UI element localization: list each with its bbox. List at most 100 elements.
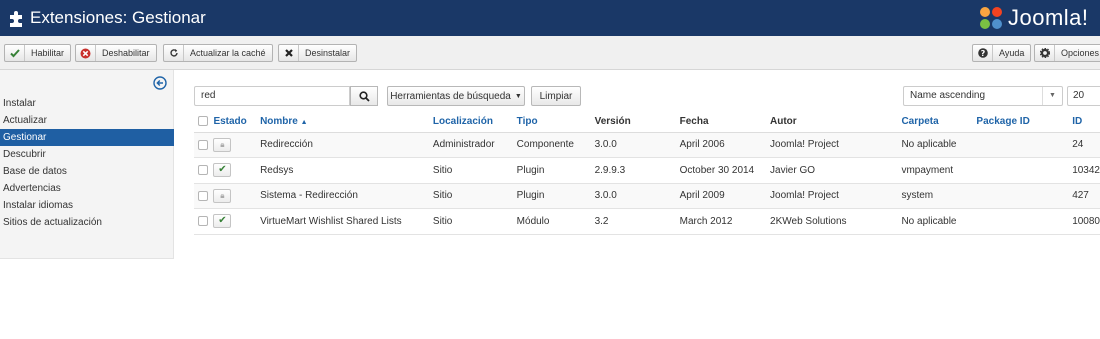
refresh-cache-button[interactable]: Actualizar la caché bbox=[163, 44, 273, 62]
date-cell: April 2009 bbox=[679, 183, 771, 209]
author-cell: Joomla! Project bbox=[770, 132, 902, 158]
author-cell: Joomla! Project bbox=[770, 183, 902, 209]
col-carpeta[interactable]: Carpeta bbox=[901, 111, 977, 133]
search-input[interactable]: red bbox=[194, 86, 350, 106]
question-icon: ? bbox=[973, 45, 993, 61]
col-version: Versión bbox=[594, 111, 680, 133]
col-autor: Autor bbox=[770, 111, 902, 133]
table-row: ✔ VirtueMart Wishlist Shared Lists Sitio… bbox=[194, 208, 1100, 235]
location-cell: Sitio bbox=[432, 208, 517, 235]
col-localizacion[interactable]: Localización bbox=[432, 111, 517, 133]
search-tools-label: Herramientas de búsqueda bbox=[390, 90, 511, 102]
name-cell: VirtueMart Wishlist Shared Lists bbox=[260, 208, 433, 235]
col-nombre[interactable]: Nombre ▲ bbox=[260, 111, 433, 133]
help-button-label: Ayuda bbox=[999, 48, 1025, 58]
col-nombre-label: Nombre bbox=[260, 115, 298, 127]
app-header: Extensiones: Gestionar Joomla! bbox=[0, 0, 1100, 36]
sort-select-value: Name ascending bbox=[910, 90, 986, 101]
select-all-checkbox[interactable] bbox=[198, 116, 208, 127]
lock-icon: 🔒︎ bbox=[213, 137, 232, 152]
version-cell: 2.9.9.3 bbox=[594, 157, 680, 184]
sidebar-item-sitios-de-actualizacion[interactable]: Sitios de actualización bbox=[0, 214, 174, 231]
sidebar-item-descubrir[interactable]: Descubrir bbox=[0, 146, 174, 163]
package-id-cell bbox=[976, 183, 1073, 209]
row-checkbox[interactable] bbox=[198, 216, 208, 227]
limit-select-value: 20 bbox=[1073, 90, 1085, 101]
search-tools-button[interactable]: Herramientas de búsqueda ▼ bbox=[387, 86, 525, 106]
toolbar: Habilitar Deshabilitar Actualizar la cac… bbox=[0, 36, 1100, 70]
check-icon[interactable]: ✔ bbox=[213, 163, 232, 178]
uninstall-button-label: Desinstalar bbox=[305, 48, 351, 58]
sidebar-item-advertencias[interactable]: Advertencias bbox=[0, 180, 174, 197]
status-cell: ✔ bbox=[213, 157, 261, 184]
refresh-icon bbox=[164, 45, 184, 61]
row-checkbox[interactable] bbox=[198, 139, 208, 150]
sidebar-item-gestionar[interactable]: Gestionar bbox=[0, 129, 174, 146]
location-cell: Sitio bbox=[432, 157, 517, 184]
disable-button-label: Deshabilitar bbox=[102, 48, 150, 58]
status-cell: 🔒︎ bbox=[213, 132, 261, 158]
sort-asc-icon: ▲ bbox=[300, 118, 308, 126]
version-cell: 3.0.0 bbox=[594, 183, 680, 209]
refresh-cache-button-label: Actualizar la caché bbox=[190, 48, 266, 58]
version-cell: 3.0.0 bbox=[594, 132, 680, 158]
col-package-id[interactable]: Package ID bbox=[976, 111, 1073, 133]
caret-down-icon: ▼ bbox=[514, 92, 522, 100]
id-cell: 427 bbox=[1072, 183, 1100, 209]
search-button[interactable] bbox=[350, 86, 378, 106]
folder-cell: system bbox=[901, 183, 977, 209]
options-button-label: Opciones bbox=[1061, 48, 1100, 58]
date-cell: April 2006 bbox=[679, 132, 771, 158]
table-row: ✔ Redsys Sitio Plugin 2.9.9.3 October 30… bbox=[194, 157, 1100, 184]
name-cell: Redirección bbox=[260, 132, 433, 158]
select-all-cell bbox=[194, 111, 214, 133]
limit-select[interactable]: 20 bbox=[1067, 86, 1100, 106]
row-select-cell bbox=[194, 132, 214, 158]
disable-button[interactable]: Deshabilitar bbox=[75, 44, 157, 62]
puzzle-icon bbox=[10, 11, 22, 27]
package-id-cell bbox=[976, 132, 1073, 158]
options-button[interactable]: Opciones bbox=[1034, 44, 1100, 62]
author-cell: 2KWeb Solutions bbox=[770, 208, 902, 235]
sort-select[interactable]: Name ascending ▼ bbox=[903, 86, 1063, 106]
date-cell: October 30 2014 bbox=[679, 157, 771, 184]
sidebar-item-base-de-datos[interactable]: Base de datos bbox=[0, 163, 174, 180]
sidebar-item-actualizar[interactable]: Actualizar bbox=[0, 112, 174, 129]
joomla-logo-text: Joomla! bbox=[1008, 5, 1089, 30]
help-button[interactable]: ? Ayuda bbox=[972, 44, 1032, 62]
type-cell: Módulo bbox=[516, 208, 595, 235]
type-cell: Componente bbox=[516, 132, 595, 158]
row-select-cell bbox=[194, 183, 214, 209]
location-cell: Sitio bbox=[432, 183, 517, 209]
type-cell: Plugin bbox=[516, 157, 595, 184]
id-cell: 10342 bbox=[1072, 157, 1100, 184]
lock-icon: 🔒︎ bbox=[213, 188, 232, 203]
table-row: 🔒︎ Sistema - Redirección Sitio Plugin 3.… bbox=[194, 183, 1100, 209]
enable-button[interactable]: Habilitar bbox=[4, 44, 72, 62]
clear-button[interactable]: Limpiar bbox=[531, 86, 581, 106]
folder-cell: vmpayment bbox=[901, 157, 977, 184]
sidebar-item-instalar-idiomas[interactable]: Instalar idiomas bbox=[0, 197, 174, 214]
name-cell: Sistema - Redirección bbox=[260, 183, 433, 209]
table-row: 🔒︎ Redirección Administrador Componente … bbox=[194, 132, 1100, 158]
uninstall-button[interactable]: Desinstalar bbox=[278, 44, 358, 62]
id-cell: 10080 bbox=[1072, 208, 1100, 235]
package-id-cell bbox=[976, 208, 1073, 235]
joomla-logo-icon bbox=[980, 7, 1002, 29]
row-checkbox[interactable] bbox=[198, 190, 208, 201]
sidebar-item-instalar[interactable]: Instalar bbox=[0, 95, 174, 112]
col-id[interactable]: ID bbox=[1072, 111, 1100, 133]
status-cell: 🔒︎ bbox=[213, 183, 261, 209]
check-icon[interactable]: ✔ bbox=[213, 214, 232, 229]
status-cell: ✔ bbox=[213, 208, 261, 235]
search-icon bbox=[358, 90, 370, 102]
author-cell: Javier GO bbox=[770, 157, 902, 184]
col-estado[interactable]: Estado bbox=[213, 111, 261, 133]
version-cell: 3.2 bbox=[594, 208, 680, 235]
row-select-cell bbox=[194, 208, 214, 235]
gear-icon bbox=[1035, 45, 1055, 61]
date-cell: March 2012 bbox=[679, 208, 771, 235]
row-checkbox[interactable] bbox=[198, 165, 208, 176]
col-tipo[interactable]: Tipo bbox=[516, 111, 595, 133]
collapse-sidebar-icon[interactable] bbox=[153, 76, 167, 90]
